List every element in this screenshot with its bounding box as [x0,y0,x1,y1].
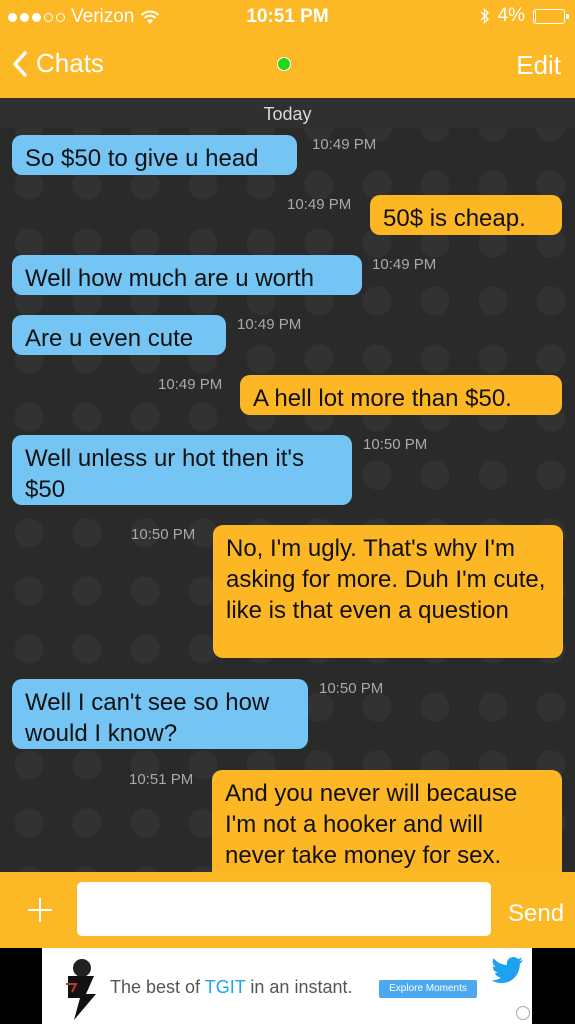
chat-thread[interactable]: Today So $50 to give u head 10:49 PM 50$ i… [0,98,575,872]
incoming-message-bubble[interactable]: Well unless ur hot then it's $50 [12,435,352,505]
edit-button[interactable]: Edit [516,50,561,81]
outgoing-message-bubble[interactable]: And you never will because I'm not a hoo… [212,770,562,872]
back-label: Chats [36,48,104,78]
incoming-message-bubble[interactable]: Well how much are u worth [12,255,362,295]
incoming-message-bubble[interactable]: Are u even cute [12,315,226,355]
outgoing-message-bubble[interactable]: No, I'm ugly. That's why I'm asking for … [213,525,563,658]
message-timestamp: 10:50 PM [319,680,384,697]
bluetooth-icon [480,7,489,25]
ad-close-icon[interactable] [516,1006,530,1020]
message-timestamp: 10:50 PM [363,436,428,453]
send-button[interactable]: Send [508,900,564,928]
show-logo-icon [66,959,96,1020]
message-timestamp: 10:51 PM [129,771,194,788]
outgoing-message-bubble[interactable]: A hell lot more than $50. [240,375,562,415]
message-timestamp: 10:49 PM [372,256,437,273]
status-bar: Verizon 10:51 PM 4% [0,0,575,32]
nav-bar: Chats Edit [0,32,575,98]
twitter-bird-icon [492,957,523,984]
incoming-message-bubble[interactable]: So $50 to give u head [12,135,297,175]
battery-fill [535,10,536,22]
chevron-left-icon [13,50,27,77]
message-timestamp: 10:49 PM [287,196,352,213]
battery-percent: 4% [497,5,525,26]
ad-cta-button[interactable]: Explore Moments [379,980,477,998]
online-status-icon [277,57,291,71]
battery-icon [533,8,569,24]
message-timestamp: 10:50 PM [131,526,196,543]
composer-bar: Send [0,872,575,948]
ad-banner[interactable]: The best of TGIT in an instant. Explore … [42,948,532,1024]
ad-brand: TGIT [204,977,246,997]
message-input[interactable] [77,882,491,936]
ad-text: The best of TGIT in an instant. [110,977,353,997]
status-right: 4% [480,5,569,27]
ad-banner-area: The best of TGIT in an instant. Explore … [0,948,575,1024]
message-timestamp: 10:49 PM [158,376,223,393]
back-button[interactable]: Chats [12,48,104,79]
message-timestamp: 10:49 PM [237,316,302,333]
outgoing-message-bubble[interactable]: 50$ is cheap. [370,195,562,235]
add-attachment-button[interactable] [26,896,54,924]
incoming-message-bubble[interactable]: Well I can't see so how would I know? [12,679,308,749]
message-timestamp: 10:49 PM [312,136,377,153]
date-separator: Today [0,98,575,128]
